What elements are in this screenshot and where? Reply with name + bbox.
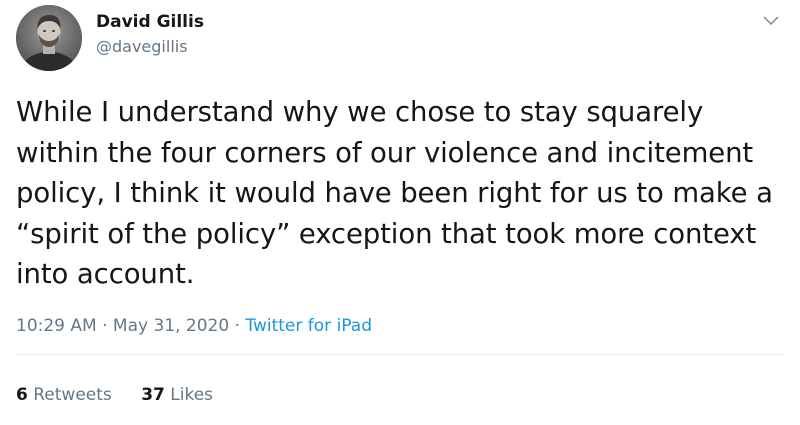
avatar-photo xyxy=(16,5,82,71)
tweet-card: David Gillis @davegillis While I underst… xyxy=(0,0,800,425)
likes-label: Likes xyxy=(170,385,214,405)
meta-separator: · xyxy=(102,316,108,336)
tweet-meta: 10:29 AM · May 31, 2020 · Twitter for iP… xyxy=(16,316,372,336)
tweet-time[interactable]: 10:29 AM xyxy=(16,316,97,336)
retweets-stat[interactable]: 6 Retweets xyxy=(16,385,112,405)
more-options-button[interactable] xyxy=(760,10,782,32)
tweet-stats: 6 Retweets 37 Likes xyxy=(16,385,213,405)
author-handle[interactable]: @davegillis xyxy=(96,37,188,56)
tweet-source-link[interactable]: Twitter for iPad xyxy=(245,316,372,336)
likes-stat[interactable]: 37 Likes xyxy=(141,385,213,405)
likes-count: 37 xyxy=(141,385,165,405)
retweets-label: Retweets xyxy=(33,385,112,405)
divider xyxy=(16,354,784,355)
author-display-name[interactable]: David Gillis xyxy=(96,12,204,32)
tweet-text: While I understand why we chose to stay … xyxy=(16,96,773,290)
tweet-date[interactable]: May 31, 2020 xyxy=(113,316,229,336)
chevron-down-icon xyxy=(763,16,779,25)
avatar[interactable] xyxy=(16,5,82,71)
retweets-count: 6 xyxy=(16,385,28,405)
meta-separator: · xyxy=(234,316,240,336)
